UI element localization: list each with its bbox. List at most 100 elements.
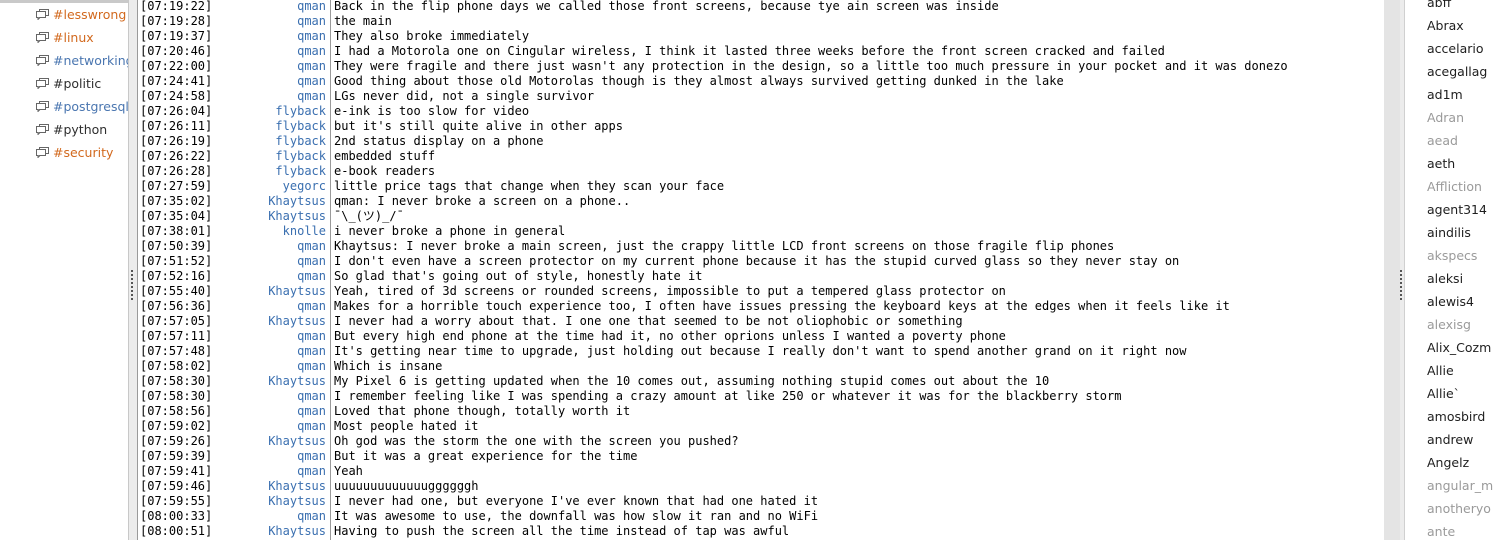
message-nick[interactable]: flyback xyxy=(248,149,326,164)
message-row: [07:20:46] qman I had a Motorola one on Ci… xyxy=(138,44,1384,59)
message-nick[interactable]: qman xyxy=(248,299,326,314)
message-nick[interactable]: Khaytsus xyxy=(248,434,326,449)
message-nick[interactable]: Khaytsus xyxy=(248,479,326,494)
message-nick[interactable]: yegorc xyxy=(248,179,326,194)
user-list-item[interactable]: amosbird xyxy=(1427,408,1493,428)
channel-name: #linux xyxy=(53,30,94,45)
message-text: They also broke immediately xyxy=(334,29,530,43)
message-row: [07:57:11] qman But every high end phone a… xyxy=(138,329,1384,344)
channel-item[interactable]: #politic xyxy=(36,75,128,98)
user-list-item[interactable]: aindilis xyxy=(1427,224,1493,244)
user-list-item[interactable]: anotheryo xyxy=(1427,500,1493,520)
channel-name: #postgresql xyxy=(53,99,128,114)
chat-scrollbar[interactable] xyxy=(1384,0,1400,540)
chat-log[interactable]: [07:19:22] qman Back in the flip phone day… xyxy=(137,0,1385,540)
message-timestamp: [07:58:30] xyxy=(140,374,213,388)
user-list-item[interactable]: Allie xyxy=(1427,362,1493,382)
channel-item[interactable]: #lesswrong xyxy=(36,6,128,29)
message-nick[interactable]: qman xyxy=(248,14,326,29)
user-list-item[interactable]: ad1m xyxy=(1427,86,1493,106)
user-list: abff Abrax accelario acegallag ad1m Adran aead… xyxy=(1404,0,1504,540)
message-nick[interactable]: qman xyxy=(248,29,326,44)
user-list-item[interactable]: aleksi xyxy=(1427,270,1493,290)
message-nick[interactable]: Khaytsus xyxy=(248,314,326,329)
message-nick[interactable]: flyback xyxy=(248,119,326,134)
message-row: [07:52:16] qman So glad that's going out o… xyxy=(138,269,1384,284)
message-nick[interactable]: qman xyxy=(248,509,326,524)
message-text: I don't even have a screen protector on … xyxy=(334,254,1180,268)
message-text: Makes for a horrible touch experience to… xyxy=(334,299,1230,313)
message-timestamp: [07:24:58] xyxy=(140,89,213,103)
channel-item[interactable]: #linux xyxy=(36,29,128,52)
channel-name: #security xyxy=(53,145,114,160)
user-list-item[interactable]: angular_m xyxy=(1427,477,1493,497)
message-timestamp: [08:00:51] xyxy=(140,524,213,538)
message-nick[interactable]: qman xyxy=(248,269,326,284)
message-nick[interactable]: flyback xyxy=(248,164,326,179)
user-list-item[interactable]: akspecs xyxy=(1427,247,1493,267)
user-list-item[interactable]: acegallag xyxy=(1427,63,1493,83)
message-timestamp: [07:22:00] xyxy=(140,59,213,73)
message-nick[interactable]: Khaytsus xyxy=(248,284,326,299)
message-timestamp: [07:52:16] xyxy=(140,269,213,283)
message-nick[interactable]: qman xyxy=(248,344,326,359)
message-timestamp: [07:55:40] xyxy=(140,284,213,298)
userlist-resize-handle[interactable] xyxy=(1400,270,1402,302)
user-list-item[interactable]: Abrax xyxy=(1427,17,1493,37)
channel-item[interactable]: #security xyxy=(36,144,128,167)
message-text: i never broke a phone in general xyxy=(334,224,566,238)
user-list-item[interactable]: andrew xyxy=(1427,431,1493,451)
user-list-item[interactable]: Alix_Cozm xyxy=(1427,339,1493,359)
user-list-item[interactable]: Affliction xyxy=(1427,178,1493,198)
message-nick[interactable]: knolle xyxy=(248,224,326,239)
message-nick[interactable]: Khaytsus xyxy=(248,374,326,389)
message-nick[interactable]: Khaytsus xyxy=(248,194,326,209)
user-list-item[interactable]: alewis4 xyxy=(1427,293,1493,313)
channel-item[interactable]: #networking xyxy=(36,52,128,75)
user-list-item[interactable]: Angelz xyxy=(1427,454,1493,474)
message-nick[interactable]: flyback xyxy=(248,104,326,119)
user-list-item[interactable]: alexisg xyxy=(1427,316,1493,336)
channel-item[interactable]: #postgresql xyxy=(36,98,128,121)
message-nick[interactable]: qman xyxy=(248,404,326,419)
message-nick[interactable]: flyback xyxy=(248,134,326,149)
message-nick[interactable]: qman xyxy=(248,254,326,269)
message-row: [07:26:11] flyback but it's still quite al… xyxy=(138,119,1384,134)
message-nick[interactable]: Khaytsus xyxy=(248,524,326,539)
message-text: uuuuuuuuuuuuuggggggh xyxy=(334,479,479,493)
message-row: [07:19:22] qman Back in the flip phone day… xyxy=(138,0,1384,14)
sidebar-resize-handle[interactable] xyxy=(131,270,133,302)
message-nick[interactable]: qman xyxy=(248,89,326,104)
message-nick[interactable]: qman xyxy=(248,59,326,74)
message-nick[interactable]: qman xyxy=(248,74,326,89)
message-row: [07:59:26] Khaytsus Oh god was the storm t… xyxy=(138,434,1384,449)
user-list-item[interactable]: Adran xyxy=(1427,109,1493,129)
message-row: [07:59:41] qman Yeah xyxy=(138,464,1384,479)
message-nick[interactable]: Khaytsus xyxy=(248,209,326,224)
user-list-item[interactable]: Allie` xyxy=(1427,385,1493,405)
message-timestamp: [07:59:26] xyxy=(140,434,213,448)
user-list-item[interactable]: agent314 xyxy=(1427,201,1493,221)
message-text: e-book readers xyxy=(334,164,436,178)
channel-item[interactable]: #python xyxy=(36,121,128,144)
message-nick[interactable]: qman xyxy=(248,0,326,14)
message-row: [07:51:52] qman I don't even have a screen… xyxy=(138,254,1384,269)
message-timestamp: [07:59:41] xyxy=(140,464,213,478)
message-nick[interactable]: qman xyxy=(248,389,326,404)
message-nick[interactable]: qman xyxy=(248,464,326,479)
user-list-item[interactable]: abff xyxy=(1427,0,1493,14)
message-nick[interactable]: qman xyxy=(248,449,326,464)
user-list-item[interactable]: ante xyxy=(1427,523,1493,540)
message-nick[interactable]: qman xyxy=(248,359,326,374)
user-list-item[interactable]: aeth xyxy=(1427,155,1493,175)
message-nick[interactable]: qman xyxy=(248,329,326,344)
message-nick[interactable]: Khaytsus xyxy=(248,494,326,509)
message-nick[interactable]: qman xyxy=(248,239,326,254)
message-nick[interactable]: qman xyxy=(248,44,326,59)
message-timestamp: [07:57:05] xyxy=(140,314,213,328)
message-nick[interactable]: qman xyxy=(248,419,326,434)
message-row: [07:19:37] qman They also broke immediatel… xyxy=(138,29,1384,44)
user-list-item[interactable]: aead xyxy=(1427,132,1493,152)
message-row: [07:58:30] Khaytsus My Pixel 6 is getting … xyxy=(138,374,1384,389)
user-list-item[interactable]: accelario xyxy=(1427,40,1493,60)
